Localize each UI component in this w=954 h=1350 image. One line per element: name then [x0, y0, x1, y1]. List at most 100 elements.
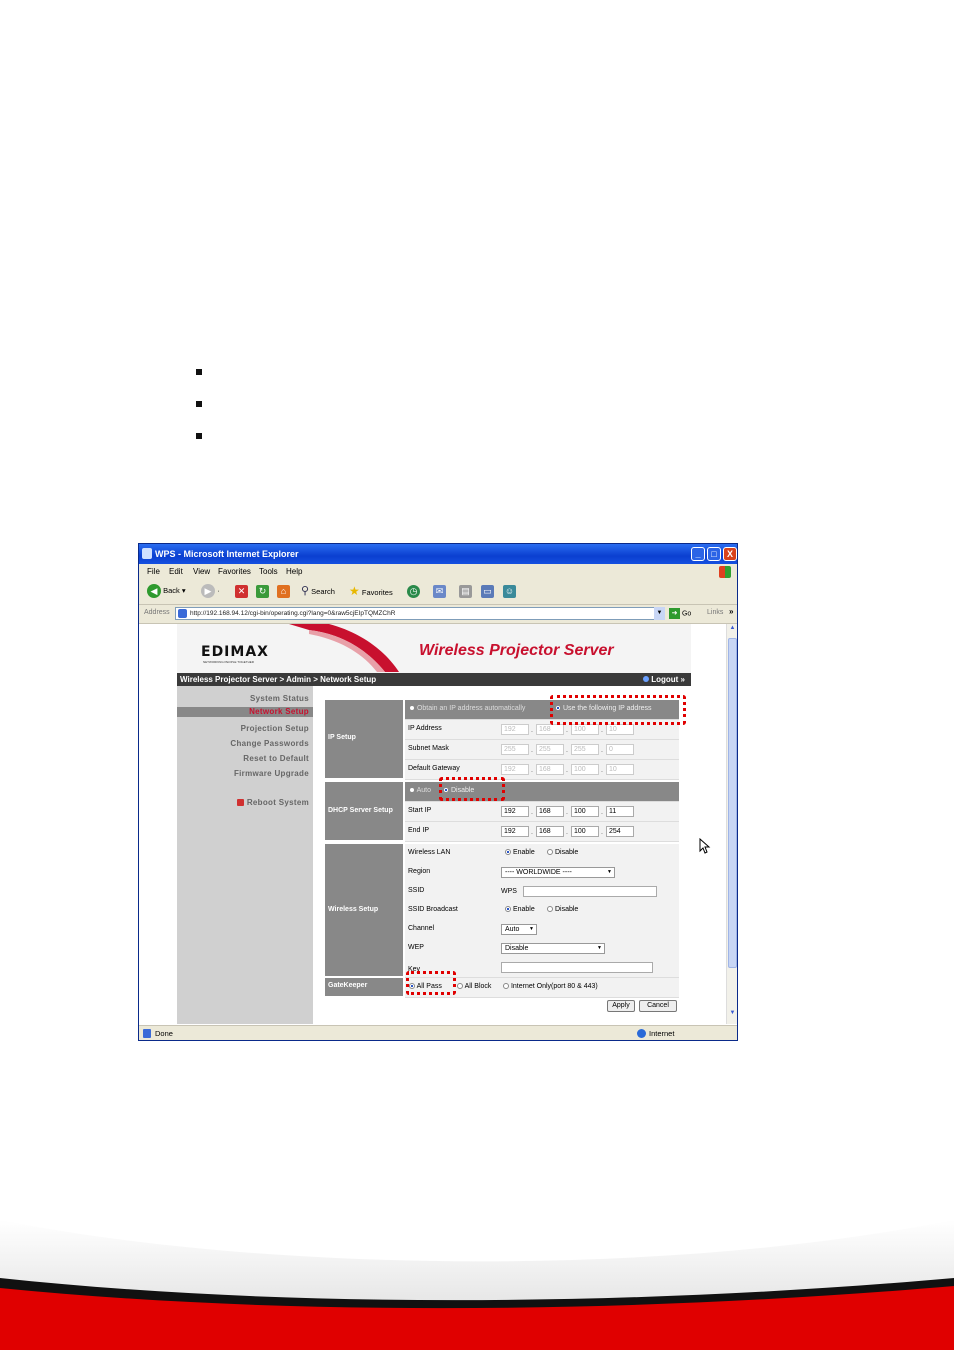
- wlan-enable-option[interactable]: Enable: [505, 849, 535, 856]
- menu-file[interactable]: File: [147, 567, 160, 576]
- dhcp-auto-radio[interactable]: [409, 787, 415, 794]
- wlan-disable-radio[interactable]: [547, 849, 553, 856]
- gateway-octet-2[interactable]: 168: [536, 764, 564, 775]
- toolbar: ◀ Back ▾ ▶ · ✕ ↻ ⌂ ⚲ Search ★ Favorites …: [139, 580, 737, 605]
- gateway-octet-4[interactable]: 10: [606, 764, 634, 775]
- gateway-octet-1[interactable]: 192: [501, 764, 529, 775]
- forward-button[interactable]: ▶ ·: [201, 584, 220, 598]
- internet-only-radio[interactable]: [503, 983, 509, 990]
- messenger-icon[interactable]: ☺: [503, 585, 516, 598]
- maximize-button[interactable]: □: [707, 547, 721, 561]
- nav-projection-setup[interactable]: Projection Setup: [241, 724, 309, 733]
- back-button[interactable]: ◀ Back ▾: [147, 584, 186, 598]
- broadcast-enable-label: Enable: [512, 906, 535, 913]
- zone-text: Internet: [649, 1029, 675, 1038]
- subnet-octet-4[interactable]: 0: [606, 744, 634, 755]
- ssid-row: SSID WPS: [405, 882, 679, 902]
- home-icon[interactable]: ⌂: [277, 585, 290, 598]
- wlan-disable-option[interactable]: Disable: [547, 849, 578, 856]
- broadcast-enable-option[interactable]: Enable: [505, 906, 535, 913]
- nav-reset-default[interactable]: Reset to Default: [243, 754, 309, 763]
- subnet-octet-1[interactable]: 255: [501, 744, 529, 755]
- address-dropdown-button[interactable]: ▼: [654, 607, 665, 620]
- wlan-enable-radio[interactable]: [505, 849, 511, 856]
- ip-auto-radio[interactable]: [409, 705, 415, 712]
- all-block-radio[interactable]: [457, 983, 463, 990]
- ip-address-octet-3[interactable]: 100: [571, 724, 599, 735]
- footer-wave-graphic: [0, 1220, 954, 1350]
- cancel-button[interactable]: Cancel: [639, 1000, 677, 1012]
- octet-separator: .: [601, 809, 603, 816]
- end-ip-octet-2[interactable]: 168: [536, 826, 564, 837]
- octet-separator: .: [566, 829, 568, 836]
- scroll-thumb[interactable]: [728, 638, 737, 968]
- ssid-input[interactable]: [523, 886, 657, 897]
- broadcast-disable-radio[interactable]: [547, 906, 553, 913]
- mail-icon[interactable]: ✉: [433, 585, 446, 598]
- start-ip-octet-2[interactable]: 168: [536, 806, 564, 817]
- subnet-octet-2[interactable]: 255: [536, 744, 564, 755]
- edit-icon[interactable]: ▭: [481, 585, 494, 598]
- minimize-button[interactable]: _: [691, 547, 705, 561]
- channel-select[interactable]: Auto: [501, 924, 537, 935]
- search-button[interactable]: ⚲ Search: [301, 584, 335, 597]
- ip-auto-option[interactable]: Obtain an IP address automatically: [409, 705, 525, 712]
- nav-change-passwords[interactable]: Change Passwords: [230, 739, 309, 748]
- refresh-icon[interactable]: ↻: [256, 585, 269, 598]
- scroll-down-icon[interactable]: ▼: [727, 1010, 737, 1021]
- links-label[interactable]: Links: [707, 609, 723, 616]
- menu-view[interactable]: View: [193, 567, 210, 576]
- octet-separator: .: [566, 809, 568, 816]
- close-button[interactable]: X: [723, 547, 737, 561]
- nav-reboot-system[interactable]: Reboot System: [237, 798, 309, 807]
- ip-address-octet-1[interactable]: 192: [501, 724, 529, 735]
- edimax-logo: EDIMAX: [201, 644, 269, 660]
- start-ip-octet-3[interactable]: 100: [571, 806, 599, 817]
- subnet-octet-3[interactable]: 255: [571, 744, 599, 755]
- end-ip-octet-4[interactable]: 254: [606, 826, 634, 837]
- logout-link[interactable]: Logout »: [642, 673, 685, 686]
- start-ip-octet-4[interactable]: 11: [606, 806, 634, 817]
- forward-arrow-icon: ▶: [201, 584, 215, 598]
- go-button[interactable]: ➜ Go: [669, 608, 691, 619]
- scroll-up-icon[interactable]: ▲: [727, 625, 737, 636]
- ssid-broadcast-row: SSID Broadcast Enable Disable: [405, 901, 679, 921]
- wep-select[interactable]: Disable: [501, 943, 605, 954]
- menu-favorites[interactable]: Favorites: [218, 567, 251, 576]
- ip-address-octet-4[interactable]: 10: [606, 724, 634, 735]
- menu-help[interactable]: Help: [286, 567, 302, 576]
- broadcast-enable-radio[interactable]: [505, 906, 511, 913]
- apply-button[interactable]: Apply: [607, 1000, 635, 1012]
- channel-label: Channel: [408, 925, 435, 932]
- menu-edit[interactable]: Edit: [169, 567, 183, 576]
- menu-bar: File Edit View Favorites Tools Help: [139, 564, 737, 581]
- history-icon[interactable]: ◷: [407, 585, 420, 598]
- start-ip-octet-1[interactable]: 192: [501, 806, 529, 817]
- go-arrow-icon: ➜: [669, 608, 680, 619]
- subnet-mask-row: Subnet Mask 255. 255. 255. 0: [405, 740, 679, 760]
- end-ip-octet-1[interactable]: 192: [501, 826, 529, 837]
- stop-icon[interactable]: ✕: [235, 585, 248, 598]
- toolbar-chevron-icon[interactable]: »: [729, 607, 733, 616]
- gatekeeper-section: GateKeeper: [325, 978, 403, 996]
- end-ip-octet-3[interactable]: 100: [571, 826, 599, 837]
- nav-system-status[interactable]: System Status: [250, 694, 309, 703]
- internet-only-option[interactable]: Internet Only(port 80 & 443): [503, 983, 598, 990]
- url-text: http://192.168.94.12/cgi-bin/operating.c…: [190, 610, 396, 617]
- menu-tools[interactable]: Tools: [259, 567, 278, 576]
- vertical-scrollbar[interactable]: ▲ ▼: [726, 624, 737, 1024]
- nav-network-setup[interactable]: Network Setup: [177, 707, 313, 717]
- address-input[interactable]: http://192.168.94.12/cgi-bin/operating.c…: [175, 607, 665, 620]
- print-icon[interactable]: ▤: [459, 585, 472, 598]
- all-block-option[interactable]: All Block: [457, 983, 491, 990]
- logout-icon: [642, 676, 649, 682]
- key-input[interactable]: [501, 962, 653, 973]
- gateway-octet-3[interactable]: 100: [571, 764, 599, 775]
- region-select[interactable]: ---- WORLDWIDE ----: [501, 867, 615, 878]
- favorites-button[interactable]: ★ Favorites: [349, 584, 393, 598]
- broadcast-disable-option[interactable]: Disable: [547, 906, 578, 913]
- nav-firmware-upgrade[interactable]: Firmware Upgrade: [234, 769, 309, 778]
- dhcp-auto-option[interactable]: Auto: [409, 787, 431, 794]
- ip-address-octet-2[interactable]: 168: [536, 724, 564, 735]
- internet-only-label: Internet Only(port 80 & 443): [510, 983, 598, 990]
